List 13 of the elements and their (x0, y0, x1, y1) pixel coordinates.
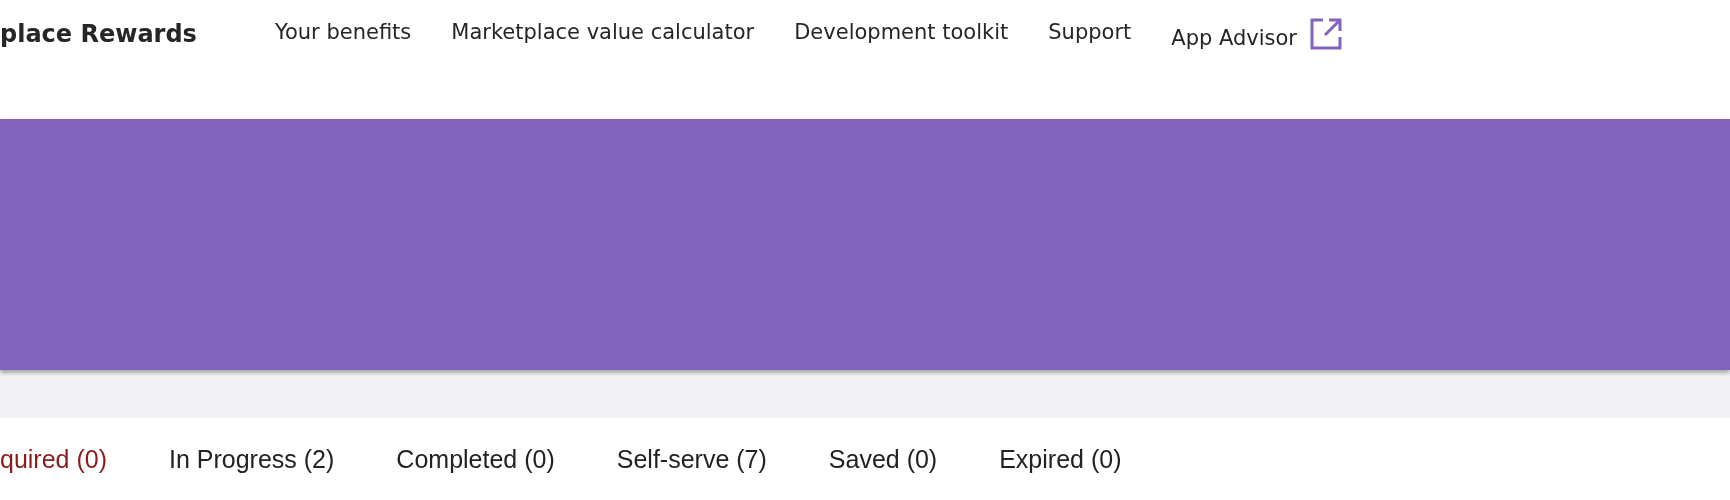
filter-tab[interactable]: Completed (0) (396, 446, 555, 474)
brand-title[interactable]: place Rewards (0, 16, 197, 52)
nav-link[interactable]: Your benefits (274, 16, 412, 49)
external-link-icon (1309, 17, 1343, 51)
filter-tab[interactable]: Expired (0) (999, 446, 1122, 474)
nav-link[interactable]: Development toolkit (794, 16, 1009, 49)
filter-tab[interactable]: quired (0) (0, 446, 107, 474)
filter-tab[interactable]: Saved (0) (828, 446, 938, 474)
nav-link[interactable]: Support (1048, 16, 1132, 49)
nav-link[interactable]: Marketplace value calculator (451, 16, 755, 49)
nav-link[interactable]: App Advisor (1171, 16, 1343, 55)
filter-tab[interactable]: In Progress (2) (169, 446, 335, 474)
filter-tab[interactable]: Self-serve (7) (616, 446, 767, 474)
